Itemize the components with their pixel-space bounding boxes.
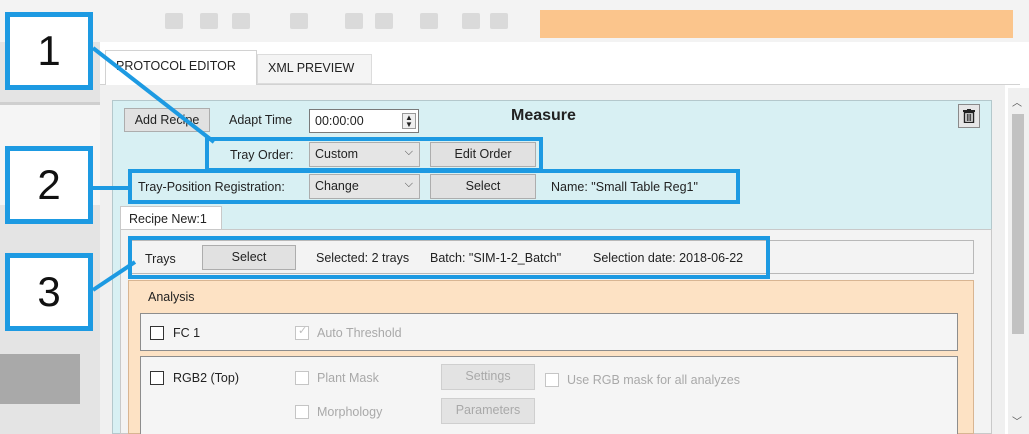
callout-2: 2 [5, 146, 93, 224]
callout-connectors [91, 46, 216, 292]
connector-1 [91, 46, 216, 144]
callout-1: 1 [5, 12, 93, 90]
callout-3: 3 [5, 253, 93, 331]
connector-3 [91, 260, 137, 292]
